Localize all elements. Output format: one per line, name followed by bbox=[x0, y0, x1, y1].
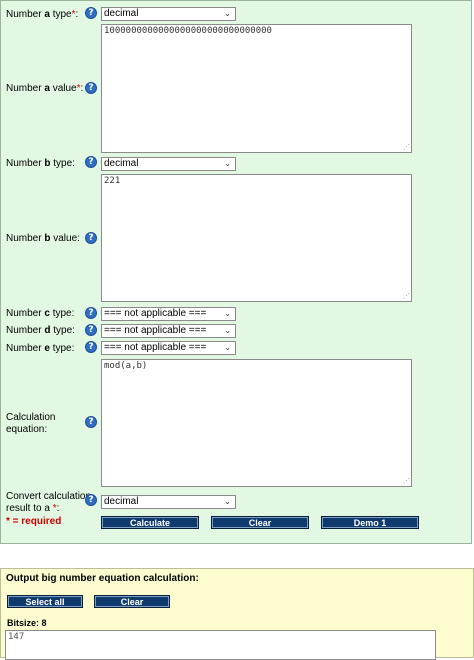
help-icon[interactable]: ? bbox=[85, 341, 97, 353]
b-value-textarea[interactable]: 221 ⋰ bbox=[101, 174, 412, 302]
calculate-button[interactable]: Calculate bbox=[101, 516, 199, 529]
chevron-down-icon: ⌄ bbox=[224, 9, 231, 18]
chevron-down-icon: ⌄ bbox=[224, 343, 231, 352]
d-type-select[interactable]: === not applicable === ⌄ bbox=[101, 324, 236, 338]
select-all-button[interactable]: Select all bbox=[7, 595, 83, 608]
a-type-select[interactable]: decimal ⌄ bbox=[101, 7, 236, 21]
output-clear-button[interactable]: Clear bbox=[94, 595, 170, 608]
help-icon[interactable]: ? bbox=[85, 7, 97, 19]
required-note: * = required bbox=[6, 516, 62, 527]
help-icon[interactable]: ? bbox=[85, 494, 97, 506]
resize-grip-icon[interactable]: ⋰ bbox=[403, 293, 410, 300]
c-type-select[interactable]: === not applicable === ⌄ bbox=[101, 307, 236, 321]
equation-label: Calculation equation: bbox=[6, 412, 56, 435]
chevron-down-icon: ⌄ bbox=[224, 497, 231, 506]
help-icon[interactable]: ? bbox=[85, 416, 97, 428]
chevron-down-icon: ⌄ bbox=[224, 326, 231, 335]
help-icon[interactable]: ? bbox=[85, 82, 97, 94]
help-icon[interactable]: ? bbox=[85, 324, 97, 336]
help-icon[interactable]: ? bbox=[85, 232, 97, 244]
equation-textarea[interactable]: mod(a,b) ⋰ bbox=[101, 359, 412, 487]
result-textarea[interactable]: 147 bbox=[5, 630, 436, 660]
convert-label: Convert calculation result to a *: bbox=[6, 491, 92, 514]
a-value-textarea[interactable]: 1000000000000000000000000000000 ⋰ bbox=[101, 24, 412, 153]
convert-select[interactable]: decimal ⌄ bbox=[101, 495, 236, 509]
resize-grip-icon[interactable]: ⋰ bbox=[403, 478, 410, 485]
b-type-label: Number b type: bbox=[6, 158, 75, 169]
chevron-down-icon: ⌄ bbox=[224, 309, 231, 318]
e-type-label: Number e type: bbox=[6, 343, 75, 354]
chevron-down-icon: ⌄ bbox=[224, 159, 231, 168]
a-type-label: Number a type*: bbox=[6, 9, 79, 20]
d-type-label: Number d type: bbox=[6, 325, 75, 336]
b-value-label: Number b value: bbox=[6, 233, 80, 244]
calculator-form-panel: Number a type*: ? decimal ⌄ Number a valu… bbox=[0, 0, 472, 544]
e-type-select[interactable]: === not applicable === ⌄ bbox=[101, 341, 236, 355]
demo-button[interactable]: Demo 1 bbox=[321, 516, 419, 529]
output-panel: Output big number equation calculation: … bbox=[0, 568, 474, 660]
output-title: Output big number equation calculation: bbox=[6, 573, 199, 584]
b-type-select[interactable]: decimal ⌄ bbox=[101, 157, 236, 171]
clear-button[interactable]: Clear bbox=[211, 516, 309, 529]
a-value-label: Number a value*: bbox=[6, 83, 84, 94]
help-icon[interactable]: ? bbox=[85, 156, 97, 168]
bitsize-label: Bitsize: 8 bbox=[7, 618, 47, 628]
help-icon[interactable]: ? bbox=[85, 307, 97, 319]
resize-grip-icon[interactable]: ⋰ bbox=[403, 144, 410, 151]
c-type-label: Number c type: bbox=[6, 308, 75, 319]
